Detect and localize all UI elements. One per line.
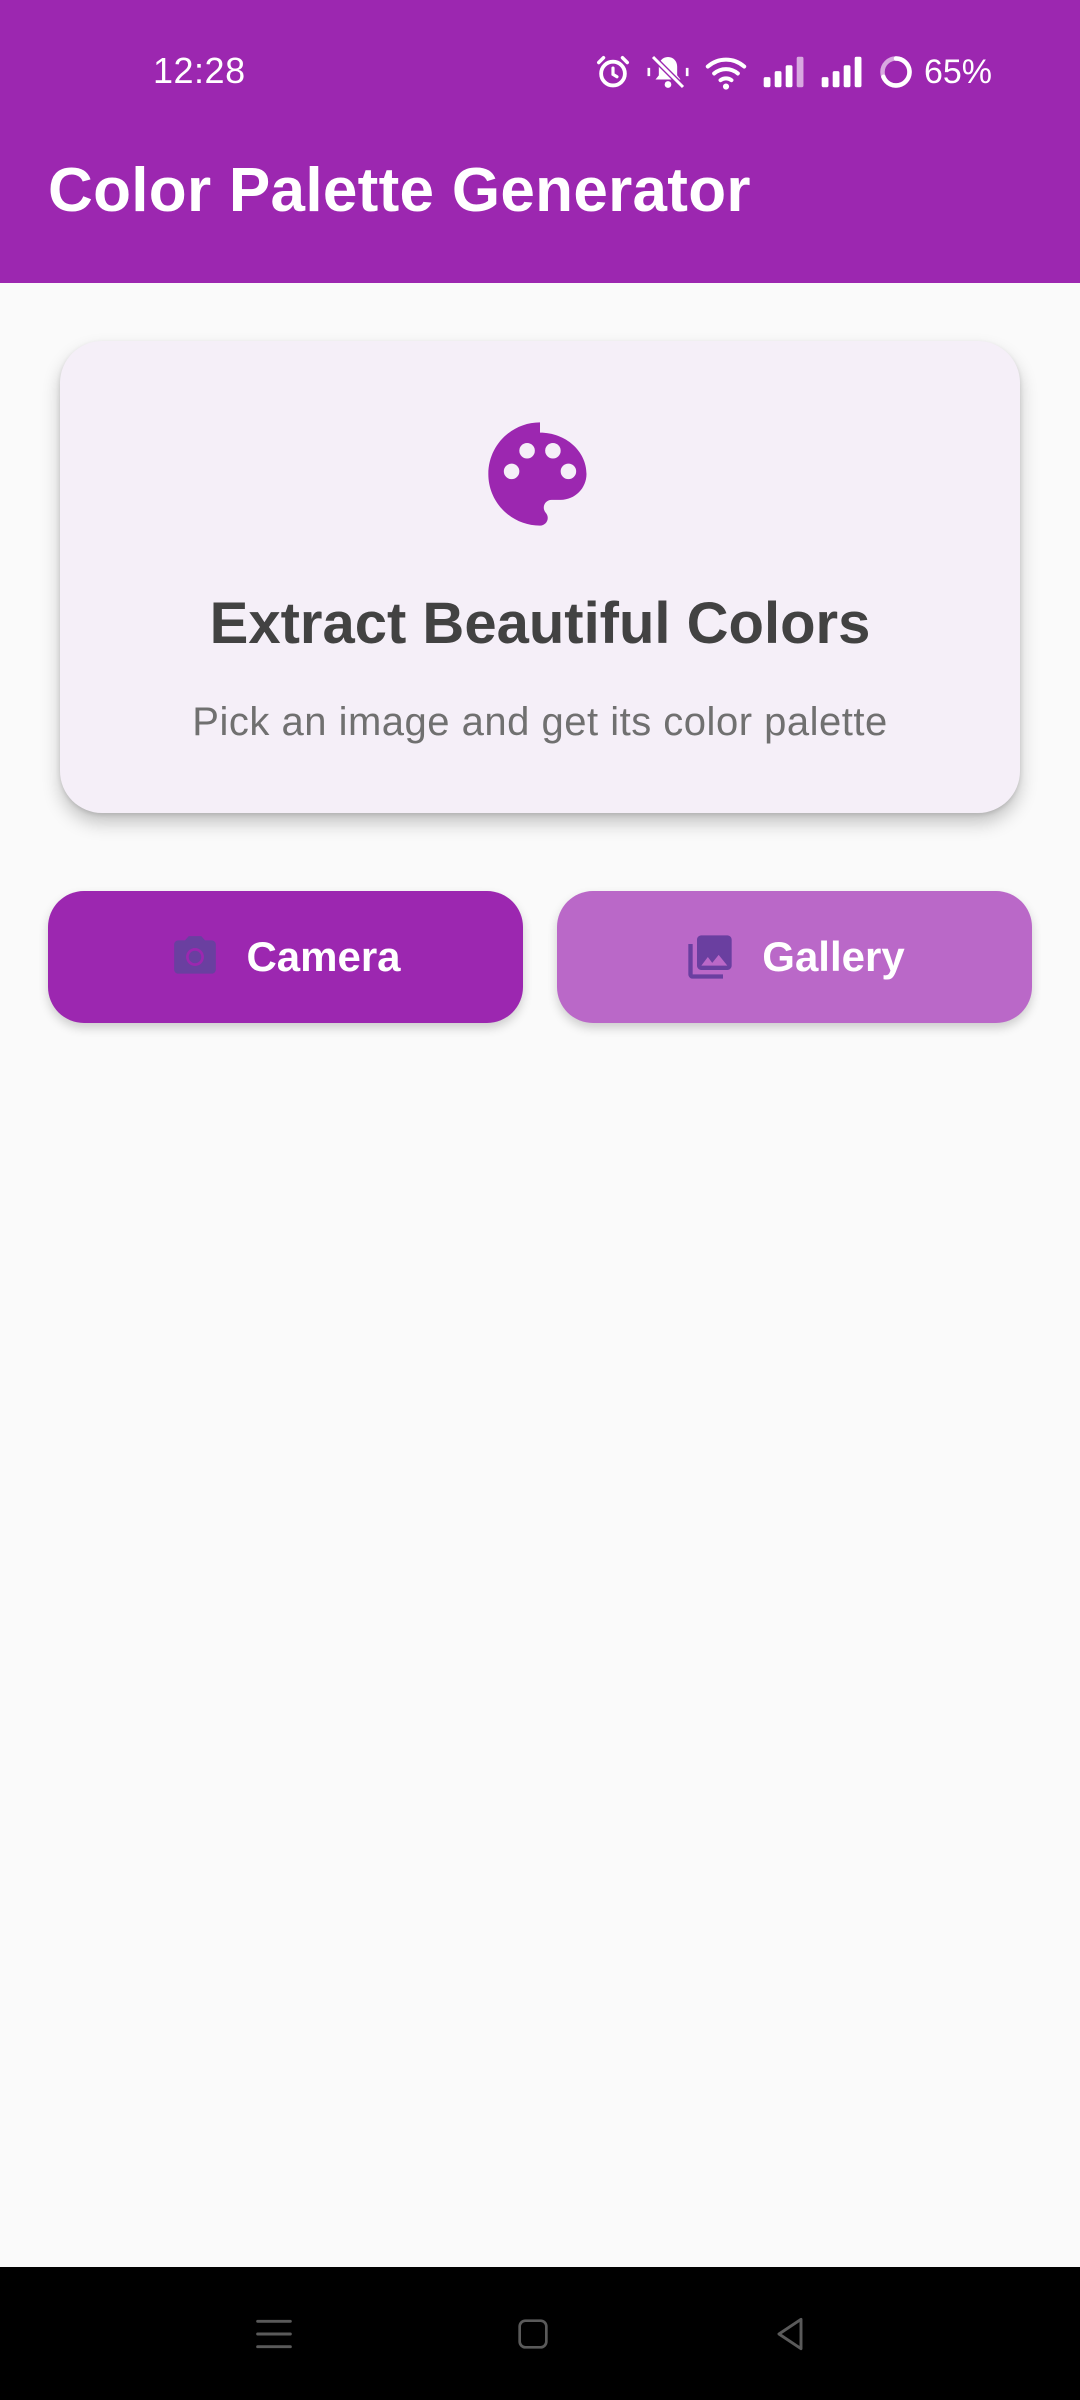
navigation-bar xyxy=(0,2267,1080,2400)
gallery-button-label: Gallery xyxy=(762,933,905,980)
card-title: Extract Beautiful Colors xyxy=(209,591,871,656)
camera-button-label: Camera xyxy=(246,933,401,980)
wifi-icon xyxy=(704,52,748,92)
gallery-icon xyxy=(684,931,736,983)
battery-icon xyxy=(878,54,914,90)
status-icons: 65% xyxy=(594,48,992,96)
palette-icon xyxy=(478,412,602,536)
status-bar: 12:28 65% xyxy=(0,0,1080,140)
status-time: 12:28 xyxy=(153,50,246,91)
battery-percent: 65% xyxy=(923,52,992,91)
menu-icon[interactable] xyxy=(234,2297,314,2371)
alarm-icon xyxy=(594,53,632,91)
camera-button[interactable]: Camera xyxy=(48,891,523,1023)
home-icon[interactable] xyxy=(493,2297,573,2371)
back-icon[interactable] xyxy=(750,2297,830,2371)
gallery-button[interactable]: Gallery xyxy=(557,891,1032,1023)
bell-muted-icon xyxy=(646,52,690,92)
app-title: Color Palette Generator xyxy=(48,156,751,225)
signal-icon xyxy=(762,54,806,90)
screen: 12:28 65% Color Palette Generator Extrac… xyxy=(0,0,1080,2400)
card-subtitle: Pick an image and get its color palette xyxy=(192,700,888,744)
signal-icon xyxy=(820,54,864,90)
camera-icon xyxy=(170,932,220,982)
